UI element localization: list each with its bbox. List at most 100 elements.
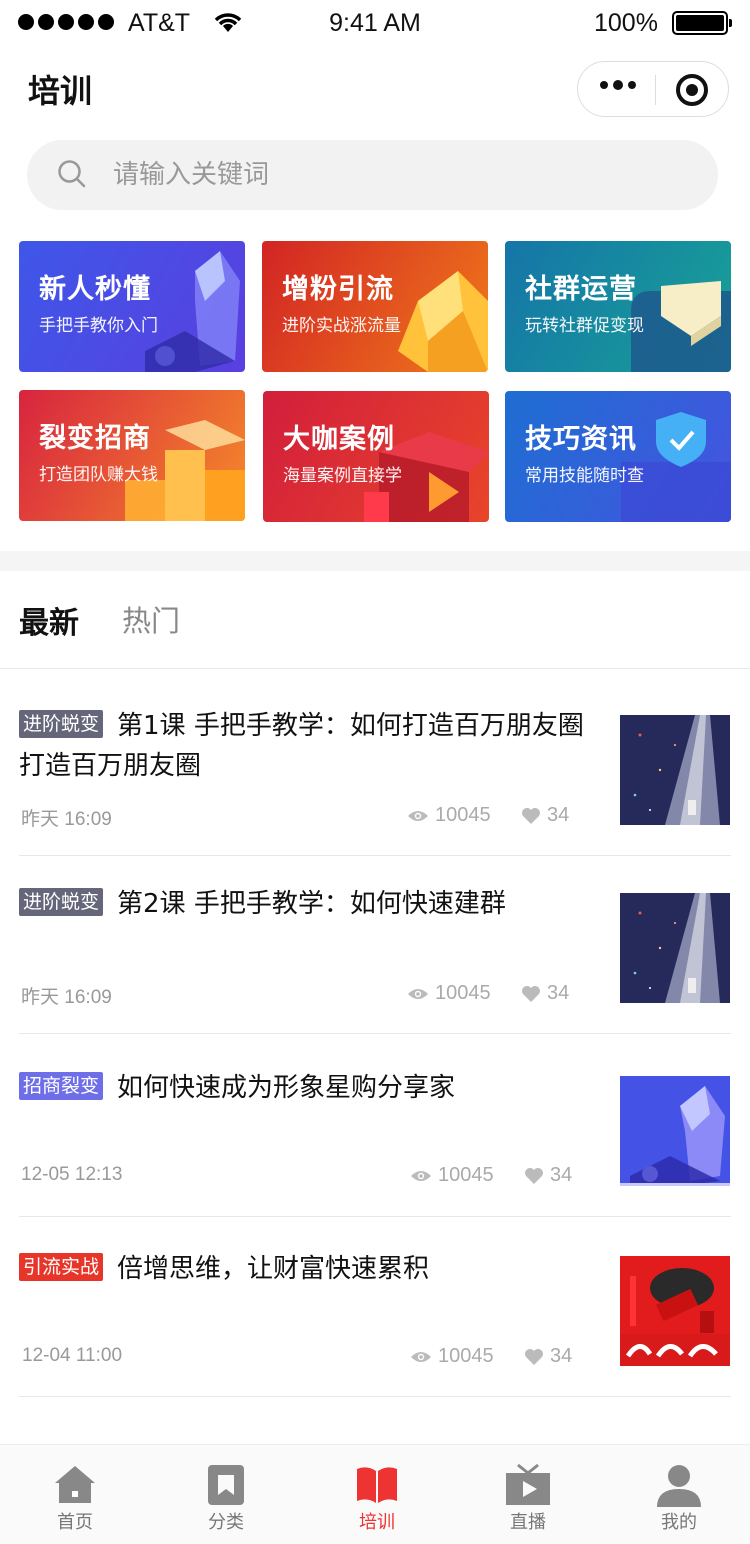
category-subtitle: 进阶实战涨流量: [282, 316, 401, 336]
close-target-icon[interactable]: [676, 74, 708, 106]
article-date: 12-04 11:00: [22, 1345, 123, 1366]
view-count-value: 10045: [435, 982, 491, 1004]
more-icon[interactable]: [600, 80, 636, 90]
battery-icon: [672, 11, 732, 35]
article-item[interactable]: 招商裂变 如何快速成为形象星购分享家 12-05 12:13 10045 34: [19, 1068, 731, 1198]
article-item[interactable]: 进阶蜕变 第2课 手把手教学：如何快速建群 昨天 16:09 10045 34: [19, 884, 731, 1014]
article-title: 如何快速成为形象星购分享家: [117, 1073, 456, 1103]
category-title: 增粉引流: [282, 274, 394, 305]
category-title: 社群运营: [525, 274, 637, 305]
category-title: 裂变招商: [39, 423, 151, 454]
article-title: 第2课 手把手教学：如何快速建群: [117, 889, 506, 919]
search-icon: [58, 160, 86, 188]
heart-icon: [525, 1167, 543, 1184]
article-title-block: 进阶蜕变 第1课 手把手教学：如何打造百万朋友圈打造百万朋友圈: [19, 706, 604, 786]
battery-percent: 100%: [594, 9, 658, 37]
view-count: 10045: [410, 1345, 494, 1368]
tab-live[interactable]: 直播: [453, 1445, 603, 1544]
tab-hot[interactable]: 热门: [122, 598, 180, 640]
article-tag: 进阶蜕变: [19, 710, 104, 738]
article-thumbnail: [620, 715, 730, 825]
article-title: 倍增思维，让财富快速累积: [117, 1254, 430, 1284]
row-divider: [19, 1396, 731, 1397]
category-card-newbie[interactable]: 新人秒懂 手把手教你入门: [19, 241, 245, 372]
row-divider: [19, 1033, 731, 1034]
article-tag: 招商裂变: [19, 1072, 104, 1100]
category-card-fission[interactable]: 裂变招商 打造团队赚大钱: [19, 390, 245, 521]
like-count: 34: [524, 1164, 572, 1187]
search-input[interactable]: [113, 140, 693, 210]
like-count: 34: [524, 1345, 572, 1368]
crystal-illustration-icon: [398, 271, 488, 372]
article-item[interactable]: 引流实战 倍增思维，让财富快速累积 12-04 11:00 10045 34: [19, 1249, 731, 1379]
eye-icon: [408, 810, 428, 821]
bookmark-icon: [208, 1465, 244, 1505]
like-count: 34: [521, 804, 569, 827]
article-title: 第1课 手把手教学：如何打造百万朋友圈打造百万朋友圈: [19, 711, 584, 781]
night-light-image-icon: [620, 715, 730, 825]
book-icon: [357, 1467, 397, 1503]
article-date: 12-05 12:13: [21, 1164, 123, 1185]
night-light-image-icon: [620, 893, 730, 1003]
like-count-value: 34: [547, 804, 570, 826]
article-date: 昨天 16:09: [21, 987, 112, 1008]
view-count-value: 10045: [435, 804, 491, 826]
tab-latest[interactable]: 最新: [19, 598, 79, 642]
section-separator: [0, 551, 750, 571]
article-tag: 进阶蜕变: [19, 888, 104, 916]
tab-category[interactable]: 分类: [151, 1445, 301, 1544]
view-count: 10045: [407, 804, 491, 827]
category-card-fans[interactable]: 增粉引流 进阶实战涨流量: [262, 241, 488, 372]
category-subtitle: 玩转社群促变现: [525, 316, 644, 336]
tab-training[interactable]: 培训: [302, 1445, 452, 1544]
like-count-value: 34: [550, 1345, 573, 1367]
eye-icon: [408, 988, 428, 999]
article-thumbnail: [620, 1076, 730, 1186]
eye-icon: [411, 1170, 431, 1181]
house-illustration-icon: [145, 251, 240, 372]
tab-live-label: 直播: [510, 1512, 546, 1533]
article-title-block: 招商裂变 如何快速成为形象星购分享家: [19, 1068, 604, 1108]
like-count-value: 34: [550, 1164, 573, 1186]
bottom-tab-bar: 首页 分类 培训 直播 我的: [0, 1444, 750, 1544]
play-illustration-icon: [364, 432, 489, 522]
status-bar: AT&T 9:41 AM 100%: [0, 0, 750, 48]
category-card-community[interactable]: 社群运营 玩转社群促变现: [505, 241, 731, 372]
category-card-cases[interactable]: 大咖案例 海量案例直接学: [263, 391, 489, 522]
tabs-divider: [0, 668, 750, 669]
heart-icon: [525, 1348, 543, 1365]
home-icon: [55, 1466, 95, 1503]
tab-category-label: 分类: [208, 1512, 244, 1533]
tab-mine[interactable]: 我的: [604, 1445, 750, 1544]
article-thumbnail: [620, 893, 730, 1003]
article-date: 昨天 16:09: [21, 809, 112, 830]
heart-icon: [522, 985, 540, 1002]
article-thumbnail: [620, 1256, 730, 1366]
category-subtitle: 手把手教你入门: [39, 316, 158, 336]
search-bar[interactable]: [27, 140, 718, 210]
page-title: 培训: [28, 72, 93, 110]
book-illustration-icon: [631, 281, 731, 372]
tv-play-icon: [506, 1463, 550, 1505]
like-count-value: 34: [547, 982, 570, 1004]
house-image-icon: [620, 1076, 730, 1186]
like-count: 34: [521, 982, 569, 1005]
row-divider: [19, 855, 731, 856]
eye-icon: [411, 1351, 431, 1362]
category-subtitle: 常用技能随时查: [525, 466, 644, 486]
category-title: 技巧资讯: [525, 424, 637, 455]
view-count-value: 10045: [438, 1345, 494, 1367]
tab-training-label: 培训: [359, 1512, 395, 1533]
category-card-tips[interactable]: 技巧资讯 常用技能随时查: [505, 391, 731, 522]
shield-illustration-icon: [621, 412, 731, 522]
article-tag: 引流实战: [19, 1253, 104, 1281]
tab-mine-label: 我的: [661, 1512, 697, 1533]
article-item[interactable]: 进阶蜕变 第1课 手把手教学：如何打造百万朋友圈打造百万朋友圈 昨天 16:09 …: [19, 706, 731, 836]
category-subtitle: 打造团队赚大钱: [39, 465, 158, 485]
view-count: 10045: [410, 1164, 494, 1187]
tab-home-label: 首页: [57, 1512, 93, 1533]
category-subtitle: 海量案例直接学: [283, 466, 402, 486]
product-photo-icon: [620, 1256, 730, 1366]
tab-home[interactable]: 首页: [0, 1445, 150, 1544]
blocks-illustration-icon: [125, 420, 245, 521]
